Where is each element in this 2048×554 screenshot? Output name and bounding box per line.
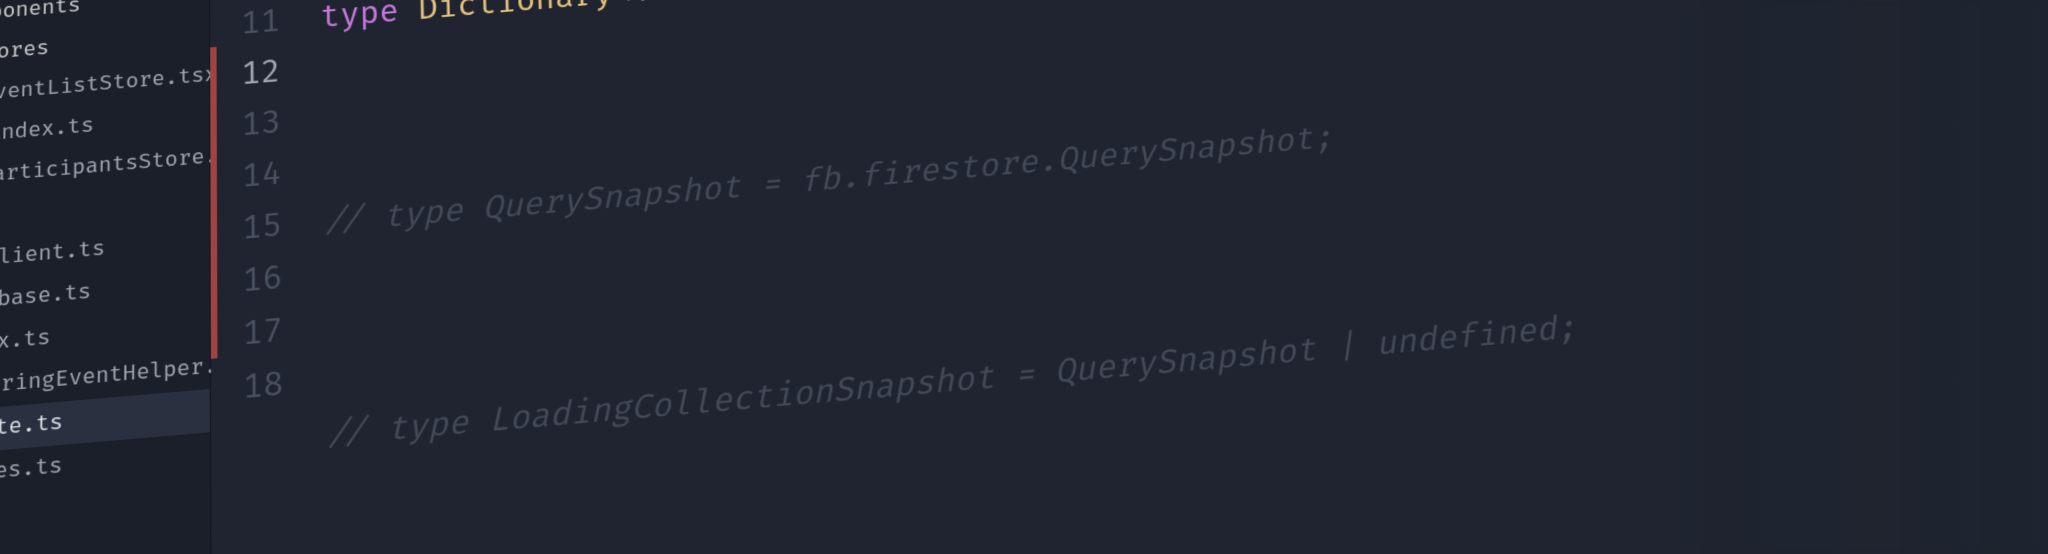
token-punc: = { xyxy=(671,0,751,8)
tree-item-label: index.ts xyxy=(0,114,94,147)
token-keyword: type xyxy=(320,0,399,37)
file-explorer-sidebar[interactable]: ▾src▸admin▸api▾components▾stores EventLi… xyxy=(0,0,212,554)
token-comment: // type QuerySnapshot = fb.firestore.Que… xyxy=(323,119,1335,242)
line-number: 15 xyxy=(217,199,306,259)
tree-item-label: Remote.ts xyxy=(0,410,63,447)
tree-item-label: Firebase.ts xyxy=(0,280,91,318)
tree-item-label: Routes.ts xyxy=(0,454,63,491)
code-line[interactable]: // type QuerySnapshot = fb.firestore.Que… xyxy=(306,95,1552,251)
token-generic: <T> xyxy=(613,0,673,13)
token-comment: // type LoadingCollectionSnapshot = Quer… xyxy=(326,309,1579,456)
code-editor[interactable]: 8 9 10 11 12 13 14 15 16 17 18 type Dict… xyxy=(210,0,2048,554)
line-number: 16 xyxy=(217,251,307,311)
code-line[interactable]: type Dictionary<T> = { xyxy=(303,0,1525,46)
line-number: 11 xyxy=(216,0,303,53)
line-number: 14 xyxy=(217,147,306,206)
line-number: 13 xyxy=(217,96,305,154)
code-area[interactable]: type Dictionary<T> = { // type QuerySnap… xyxy=(301,0,1652,554)
line-number-gutter: 8 9 10 11 12 13 14 15 16 17 18 xyxy=(216,0,315,554)
tree-item-label: index.ts xyxy=(0,326,51,361)
line-number: 12 xyxy=(217,46,305,104)
code-line[interactable] xyxy=(311,518,1609,554)
tree-item-label: components xyxy=(0,0,81,29)
token-type: Dictionary xyxy=(418,0,614,29)
code-line[interactable]: // type LoadingCollectionSnapshot = Quer… xyxy=(308,302,1580,465)
line-number: 17 xyxy=(217,304,307,365)
tree-item-label: stores xyxy=(0,37,49,68)
tree-item-label: APIClient.ts xyxy=(0,237,105,276)
line-number: 18 xyxy=(217,357,307,418)
